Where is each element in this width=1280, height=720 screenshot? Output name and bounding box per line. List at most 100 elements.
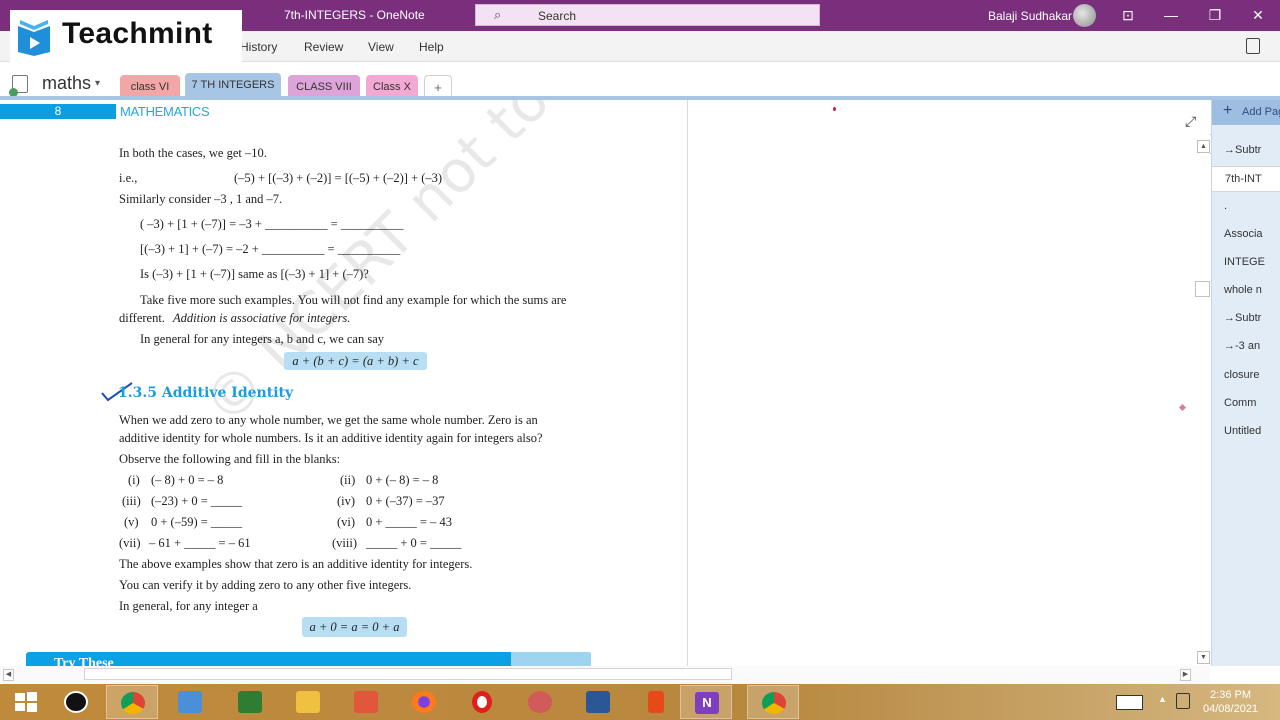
ribbon-display-options-button[interactable]: ⊡: [1116, 5, 1140, 25]
page-list-item[interactable]: whole n: [1224, 284, 1262, 296]
book-running-head: MATHEMATICS: [120, 104, 210, 119]
try-these-banner: Try These: [26, 652, 591, 666]
equation-line: [(–3) + 1] + (–7) = –2 + __________ = __…: [140, 242, 401, 256]
taskbar-word[interactable]: [572, 685, 624, 719]
page-list-item[interactable]: →-3 an: [1224, 340, 1260, 352]
user-avatar[interactable]: [1073, 4, 1096, 27]
try-these-banner-end: [511, 652, 591, 666]
teachmint-book-icon: [18, 20, 50, 56]
exercise-number: (vii): [119, 536, 141, 550]
taskbar-onenote[interactable]: N: [680, 685, 732, 719]
plus-icon: +: [1223, 102, 1233, 119]
scroll-down-arrow-icon[interactable]: ▼: [1197, 651, 1210, 664]
exercise-number: (viii): [332, 536, 357, 550]
page-list-item[interactable]: closure: [1224, 369, 1259, 381]
text-line: You can verify it by adding zero to any …: [119, 578, 412, 592]
scroll-thumb[interactable]: [1195, 281, 1210, 297]
exercise-number: (iv): [337, 494, 356, 508]
text-line: Is (–3) + [1 + (–7)] same as [(–3) + 1] …: [140, 267, 369, 281]
close-button[interactable]: ✕: [1246, 5, 1270, 25]
clock-time: 2:36 PM: [1210, 689, 1252, 701]
page-list-item[interactable]: Comm: [1224, 397, 1256, 409]
feed-icon[interactable]: [1246, 38, 1260, 54]
text-line: When we add zero to any whole number, we…: [119, 413, 538, 427]
page-list-pane: + Add Page →Subtr 7th-INT . Associa INTE…: [1211, 100, 1280, 666]
notebook-name[interactable]: maths: [42, 73, 91, 94]
word-icon: [586, 691, 610, 713]
exercise-expression: – 61 + _____ = – 61: [149, 536, 251, 550]
taskbar-chrome[interactable]: [106, 685, 158, 719]
page-list-item[interactable]: →Subtr: [1224, 144, 1261, 156]
menu-history[interactable]: History: [240, 40, 277, 54]
text-line: The above examples show that zero is an …: [119, 557, 473, 571]
menu-review[interactable]: Review: [304, 40, 343, 54]
taskbar-pen-app[interactable]: [50, 685, 102, 719]
try-these-label: Try These: [54, 656, 114, 666]
exercise-expression: 0 + (–37) = –37: [366, 494, 445, 508]
taskbar-chrome-profile[interactable]: [747, 685, 799, 719]
horizontal-scrollbar[interactable]: ◀ ▶: [0, 666, 1210, 684]
page-list-item[interactable]: →Subtr: [1224, 312, 1261, 324]
touch-keyboard-icon[interactable]: [1116, 695, 1143, 710]
search-placeholder: Search: [538, 9, 577, 23]
notebook-icon[interactable]: [9, 75, 28, 97]
restore-button[interactable]: ❐: [1203, 5, 1227, 25]
exercise-expression: (–23) + 0 = _____: [151, 494, 243, 508]
exercise-expression: _____ + 0 = _____: [366, 536, 462, 550]
page-list-item[interactable]: Untitled: [1224, 425, 1261, 437]
scroll-right-arrow-icon[interactable]: ▶: [1180, 669, 1191, 681]
exercise-number: (v): [124, 515, 139, 529]
network-icon[interactable]: [1176, 693, 1190, 709]
window-title: 7th-INTEGERS - OneNote: [284, 8, 425, 22]
exercise-expression: 0 + (– 8) = – 8: [366, 473, 439, 487]
teachmint-logo-text: Teachmint: [62, 17, 213, 50]
exercise-expression: 0 + _____ = – 43: [366, 515, 452, 529]
exercise-expression: 0 + (–59) = _____: [151, 515, 243, 529]
text-line: i.e.,: [119, 171, 138, 185]
text-line: Take five more such examples. You will n…: [140, 293, 567, 307]
windows-taskbar: N ▲ 2:36 PM 04/08/2021: [0, 684, 1280, 720]
chevron-down-icon[interactable]: ▾: [95, 78, 100, 89]
page-list-item-selected[interactable]: 7th-INT: [1212, 166, 1280, 192]
show-hidden-icons-icon[interactable]: ▲: [1158, 694, 1167, 704]
search-icon: ⌕: [494, 7, 502, 22]
minimize-button[interactable]: —: [1159, 5, 1183, 25]
menu-help[interactable]: Help: [419, 40, 444, 54]
expand-full-page-icon[interactable]: ⤢: [1185, 113, 1196, 130]
taskbar-snipping-tool[interactable]: [514, 685, 566, 719]
taskbar-media-player[interactable]: [164, 685, 216, 719]
horizontal-scroll-thumb[interactable]: [84, 668, 732, 680]
scroll-up-arrow-icon[interactable]: ▲: [1197, 140, 1210, 153]
text-line: different.: [119, 311, 165, 325]
book-page-number: 8: [0, 104, 116, 119]
formula-associative: a + (b + c) = (a + b) + c: [284, 352, 427, 370]
ink-dot: [833, 107, 836, 111]
taskbar-firefox[interactable]: [398, 685, 450, 719]
taskbar-opera[interactable]: [456, 685, 508, 719]
taskbar-file-explorer[interactable]: [282, 685, 334, 719]
page-list-item[interactable]: INTEGE: [1224, 256, 1265, 268]
menu-view[interactable]: View: [368, 40, 394, 54]
system-clock[interactable]: 2:36 PM 04/08/2021: [1203, 688, 1258, 716]
page-list-item[interactable]: .: [1224, 200, 1227, 212]
scroll-left-arrow-icon[interactable]: ◀: [3, 669, 14, 681]
firefox-icon: [412, 691, 436, 713]
page-canvas[interactable]: 8 MATHEMATICS © NCERT not to be republis…: [0, 100, 1210, 666]
taskbar-office[interactable]: [630, 685, 682, 719]
tell-me-search-box[interactable]: ⌕ Search: [475, 4, 820, 26]
excel-icon: [238, 691, 262, 713]
start-button[interactable]: [0, 685, 52, 719]
chrome-icon: [762, 692, 786, 714]
printout-page-edge: [687, 100, 688, 666]
folder-icon: [296, 691, 320, 713]
page-list-item[interactable]: Associa: [1224, 228, 1263, 240]
vertical-scrollbar[interactable]: ▲ ▼: [1194, 138, 1210, 666]
exercise-expression: (– 8) + 0 = – 8: [151, 473, 224, 487]
powerpoint-icon: [354, 691, 378, 713]
windows-logo-icon: [15, 692, 37, 712]
taskbar-excel[interactable]: [224, 685, 276, 719]
taskbar-powerpoint[interactable]: [340, 685, 392, 719]
user-name[interactable]: Balaji Sudhakar: [988, 9, 1072, 23]
opera-icon: [472, 691, 492, 713]
add-page-button[interactable]: + Add Page: [1212, 100, 1280, 125]
